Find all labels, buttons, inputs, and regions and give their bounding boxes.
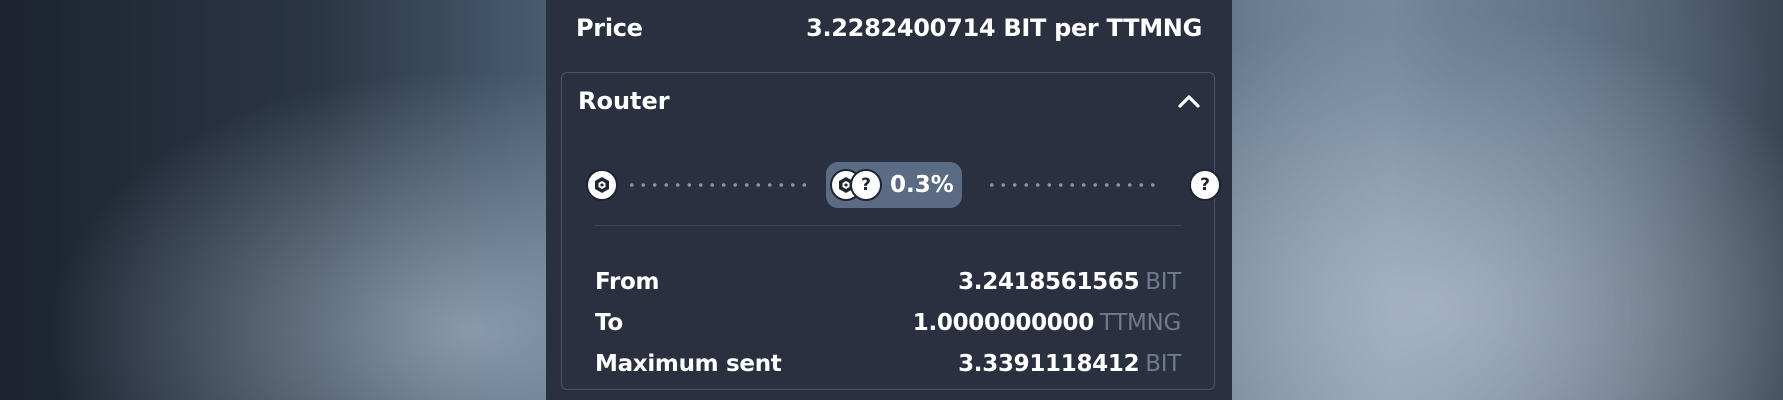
divider — [595, 225, 1181, 226]
detail-value: 3.3391118412 — [958, 350, 1140, 377]
price-label: Price — [576, 14, 643, 42]
price-row: Price 3.2282400714 BIT per TTMNG — [576, 14, 1202, 42]
detail-value: 1.0000000000 — [912, 309, 1094, 336]
detail-unit: BIT — [1145, 268, 1181, 295]
route-diagram: ? 0.3% ? — [586, 157, 1221, 213]
detail-label: Maximum sent — [595, 350, 782, 377]
detail-value-wrap: 3.2418561565 BIT — [958, 269, 1181, 295]
detail-unit: TTMNG — [1099, 309, 1181, 336]
detail-value: 3.2418561565 — [958, 268, 1140, 295]
trade-details: From 3.2418561565 BIT To 1.0000000000 TTMN… — [595, 261, 1181, 384]
route-dotted-line-left — [626, 183, 811, 187]
detail-unit: BIT — [1145, 350, 1181, 377]
chevron-up-icon[interactable] — [1178, 90, 1200, 112]
hexagon-token-icon — [586, 169, 618, 201]
route-dotted-line-right — [986, 183, 1161, 187]
price-value: 3.2282400714 BIT per TTMNG — [806, 14, 1202, 42]
swap-details-panel: Price 3.2282400714 BIT per TTMNG Router — [546, 0, 1232, 400]
detail-value-wrap: 3.3391118412 BIT — [958, 351, 1181, 377]
detail-row-from: From 3.2418561565 BIT — [595, 261, 1181, 302]
unknown-token-icon: ? — [850, 169, 882, 201]
detail-row-maximum-sent: Maximum sent 3.3391118412 BIT — [595, 343, 1181, 384]
unknown-token-icon: ? — [1189, 169, 1221, 201]
detail-row-to: To 1.0000000000 TTMNG — [595, 302, 1181, 343]
detail-label: From — [595, 268, 660, 295]
router-header-toggle[interactable]: Router — [578, 87, 1200, 115]
detail-label: To — [595, 309, 623, 336]
router-title: Router — [578, 87, 670, 115]
detail-value-wrap: 1.0000000000 TTMNG — [912, 309, 1182, 336]
pool-pill[interactable]: ? 0.3% — [826, 162, 962, 208]
pool-fee: 0.3% — [890, 172, 954, 198]
router-section: Router ? 0.3% ? From 3.2418561565 BIT To… — [561, 72, 1221, 390]
